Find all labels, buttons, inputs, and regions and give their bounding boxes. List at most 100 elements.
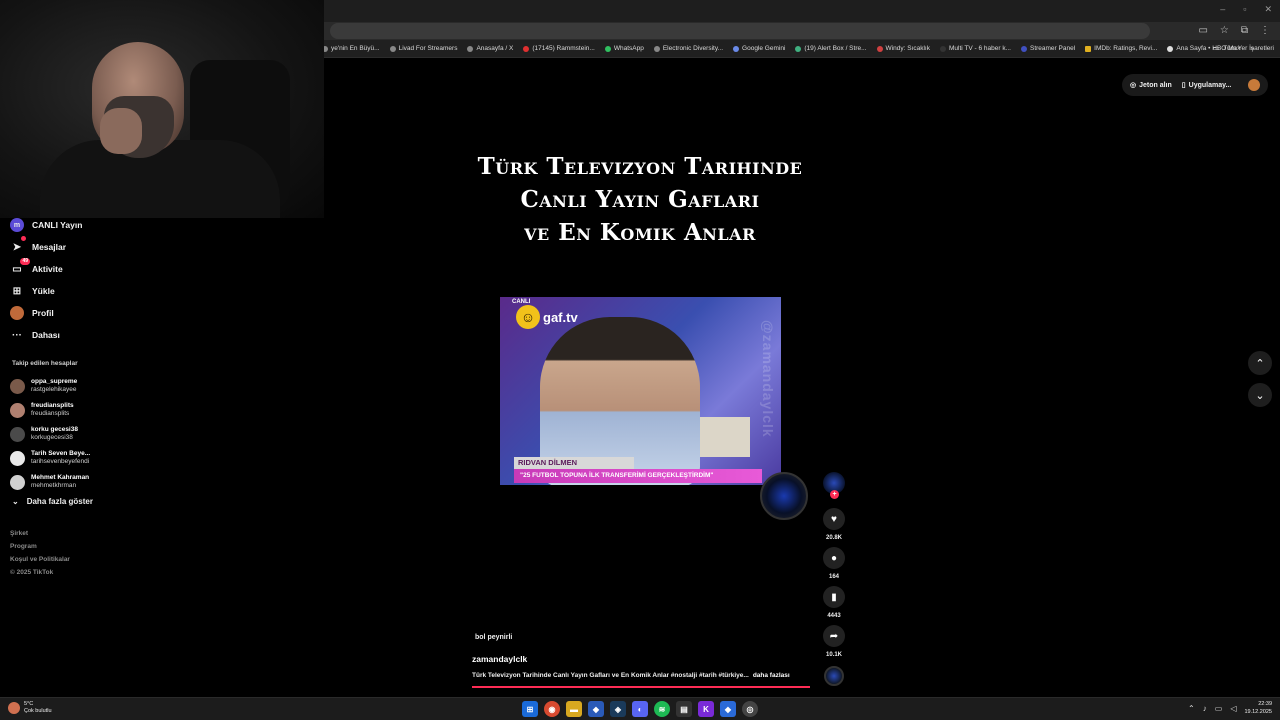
footer-link-terms[interactable]: Koşul ve Politikalar — [10, 556, 70, 563]
steam-icon[interactable]: ◈ — [610, 701, 626, 717]
see-more-link[interactable]: daha fazlası — [753, 672, 790, 679]
footer-links: Şirket Program Koşul ve Politikalar © 20… — [10, 530, 70, 576]
bookmark-item[interactable]: WhatsApp — [604, 45, 644, 52]
network-icon[interactable]: ▭ — [1215, 704, 1223, 713]
webcam-overlay — [0, 0, 324, 218]
share-icon: ➦ — [829, 630, 839, 642]
spotify-icon[interactable]: ≋ — [654, 701, 670, 717]
sidebar-item-profile[interactable]: Profil — [10, 302, 310, 324]
menu-icon[interactable]: ⋮ — [1260, 25, 1270, 36]
discord-icon[interactable]: ◐ — [632, 701, 648, 717]
bookmark-icon — [939, 45, 946, 52]
video-description: Türk Televizyon Tarihinde Canlı Yayın Ga… — [472, 672, 790, 679]
get-app-button[interactable]: ▯ Uygulamay... — [1182, 81, 1232, 90]
coin-icon: ◎ — [1130, 82, 1137, 89]
bookmark-icon — [1020, 45, 1027, 52]
address-bar[interactable] — [330, 23, 1150, 39]
bookmark-icon — [389, 45, 396, 52]
weather-widget[interactable]: 5°C Çok bulutlu — [8, 701, 52, 715]
following-account[interactable]: oppa_supreme rastgelehikayee — [10, 374, 310, 398]
channel-logo — [760, 472, 808, 520]
bookmark-item[interactable]: Multi TV - 6 haber k... — [939, 45, 1011, 52]
gemini-icon — [733, 45, 740, 52]
imdb-icon — [1085, 45, 1092, 52]
footer-link-company[interactable]: Şirket — [10, 530, 70, 537]
start-icon[interactable]: ⊞ — [522, 701, 538, 717]
sidebar-item-live[interactable]: m CANLI Yayın — [10, 214, 310, 236]
avatar — [10, 426, 25, 442]
user-avatar[interactable] — [1248, 79, 1260, 91]
microphone-icon[interactable]: ♪ — [1203, 704, 1207, 713]
footer-link-program[interactable]: Program — [10, 543, 70, 550]
save-count: 4443 — [827, 613, 841, 619]
get-coins-button[interactable]: ◎ Jeton alın — [1130, 81, 1172, 90]
chevron-down-icon: ⌄ — [12, 497, 19, 506]
share-count: 10.1K — [825, 652, 842, 658]
following-account[interactable]: korku gecesi38 korkugecesi38 — [10, 422, 310, 446]
webcam-hand — [100, 108, 142, 154]
sidebar-item-label: Aktivite — [32, 264, 63, 274]
comment-button[interactable]: ● — [823, 547, 845, 569]
following-account[interactable]: Mehmet Kahraman mehmetkhrman — [10, 470, 310, 494]
video-title-overlay: Türk Televizyon Tarihinde Canlı Yayın Ga… — [477, 153, 803, 246]
bookmark-item[interactable]: Windy: Sıcaklık — [876, 45, 930, 52]
live-icon: m — [10, 218, 24, 232]
music-disc[interactable] — [824, 666, 844, 686]
next-video-button[interactable]: ⌄ — [1248, 383, 1272, 407]
bookmark-item[interactable]: Livad For Streamers — [389, 45, 457, 52]
folder-icon[interactable]: ▬ — [566, 701, 582, 717]
kick-icon[interactable]: K — [698, 701, 714, 717]
gaf-tv-logo: ☺ gaf.tv — [516, 305, 578, 329]
close-button[interactable]: ✕ — [1264, 4, 1272, 15]
sidebar-item-activity[interactable]: ▭ 49 Aktivite — [10, 258, 310, 280]
video-player[interactable]: CANLI ☺ gaf.tv "25 FUTBOL TOPUNA İLK TRA… — [500, 297, 781, 485]
maximize-button[interactable]: ▫ — [1243, 4, 1246, 15]
sidebar-item-label: Mesajlar — [32, 242, 67, 252]
volume-icon[interactable]: ◁ — [1230, 704, 1236, 713]
messages-badge — [21, 236, 26, 241]
sidebar-item-upload[interactable]: ⊞ Yükle — [10, 280, 310, 302]
bookmark-item[interactable]: Electronic Diversity... — [653, 45, 723, 52]
bookmark-item[interactable]: Google Gemini — [733, 45, 785, 52]
bookmark-item[interactable]: ye'nin En Büyü... — [322, 45, 380, 52]
sidebar-item-more[interactable]: ··· Dahası — [10, 324, 310, 346]
following-account[interactable]: Tarih Seven Beye... tarihsevenbeyefendi — [10, 446, 310, 470]
video-subtitle: bol peynirli — [475, 634, 513, 641]
chrome-icon[interactable]: ◉ — [544, 701, 560, 717]
following-account[interactable]: freudiansplits freudiansplits — [10, 398, 310, 422]
cast-icon[interactable]: ▭ — [1198, 25, 1207, 36]
upload-icon: ⊞ — [12, 285, 22, 297]
activity-badge: 49 — [20, 258, 30, 265]
app-icon[interactable]: ◆ — [720, 701, 736, 717]
bookmark-item[interactable]: Anasayfa / X — [467, 45, 513, 52]
all-bookmarks[interactable]: ▭ Tüm Yer İşaretleri — [1213, 44, 1274, 53]
heart-icon: ♥ — [831, 513, 837, 525]
avatar — [10, 450, 25, 466]
windy-icon — [876, 45, 883, 52]
bookmark-item[interactable]: (17145) Rammstein... — [523, 45, 595, 52]
app-icon[interactable]: ◆ — [588, 701, 604, 717]
save-button[interactable]: ▮ — [823, 586, 845, 608]
terminal-icon[interactable]: ▤ — [676, 701, 692, 717]
sidebar-item-messages[interactable]: ➤ Mesajlar — [10, 236, 310, 258]
clock[interactable]: 22:39 19.12.2025 — [1244, 700, 1272, 716]
creator-avatar[interactable]: + — [823, 472, 845, 499]
bookmark-item[interactable]: (19) Alert Box / Stre... — [795, 45, 867, 52]
extensions-icon[interactable]: ⧉ — [1241, 25, 1248, 36]
lower-third: "25 FUTBOL TOPUNA İLK TRANSFERİMİ GERÇEK… — [514, 457, 762, 485]
share-button[interactable]: ➦ — [823, 625, 845, 647]
minimize-button[interactable]: – — [1220, 4, 1225, 15]
bookmark-icon — [795, 45, 802, 52]
follow-plus-icon[interactable]: + — [830, 490, 839, 499]
creator-username[interactable]: zamandaylclk — [472, 654, 527, 664]
bookmark-item[interactable]: Streamer Panel — [1020, 45, 1075, 52]
previous-video-button[interactable]: ⌃ — [1248, 351, 1272, 375]
star-icon[interactable]: ☆ — [1220, 25, 1229, 36]
show-more-button[interactable]: ⌄ Daha fazla göster — [12, 497, 93, 506]
like-button[interactable]: ♥ — [823, 508, 845, 530]
sidebar-item-label: Dahası — [32, 330, 60, 340]
obs-icon[interactable]: ◎ — [742, 701, 758, 717]
chevron-up-icon[interactable]: ⌃ — [1188, 704, 1195, 713]
bookmark-item[interactable]: IMDb: Ratings, Revi... — [1085, 45, 1157, 52]
video-progress-bar[interactable] — [472, 686, 810, 688]
